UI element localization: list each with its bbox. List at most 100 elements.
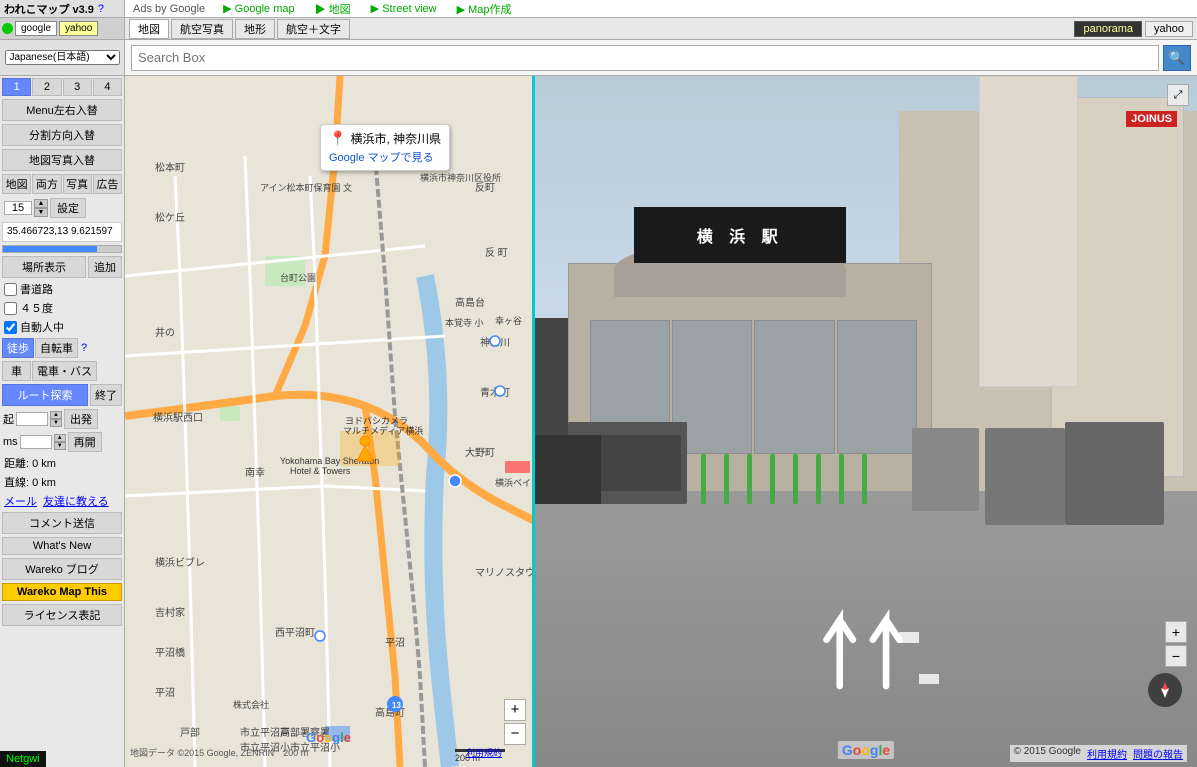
add-location-btn[interactable]: 追加 [88, 256, 122, 278]
coordinates-display: 35.466723,13 9.621597 [2, 222, 122, 242]
progress-fill [3, 246, 97, 252]
param1-up[interactable]: ▲ [50, 411, 62, 419]
map-area: 松本町 松ケ丘 反町 反 町 高島台 神奈川 青木町 大野町 井の 横浜駅西口 … [125, 76, 1197, 767]
app-title: われこマップ v3.9 [4, 1, 94, 17]
settings-btn[interactable]: 設定 [50, 198, 86, 218]
svg-text:平沼: 平沼 [155, 686, 175, 699]
sv-google-logo: Google [838, 741, 894, 759]
split-dir-btn[interactable]: 分割方向入替 [2, 124, 122, 146]
google-map-pane[interactable]: 松本町 松ケ丘 反町 反 町 高島台 神奈川 青木町 大野町 井の 横浜駅西口 … [125, 76, 535, 767]
sv-zoom-out-btn[interactable]: − [1165, 645, 1187, 667]
sv-terms-link[interactable]: 利用規約 [1087, 746, 1127, 761]
popup-maps-link[interactable]: Google マップで見る [329, 149, 441, 165]
tab-1[interactable]: 1 [2, 78, 31, 96]
help-icon[interactable]: ? [98, 3, 104, 15]
sv-report-link[interactable]: 問題の報告 [1133, 746, 1183, 761]
whatsnew-btn[interactable]: What's New [2, 537, 122, 555]
route-search-btn[interactable]: ルート探索 [2, 384, 88, 406]
streetview-pane[interactable]: JOINUS 横 浜 駅 [535, 76, 1197, 767]
wareko-map-btn[interactable]: Wareko Map This [2, 583, 122, 601]
search-input[interactable] [131, 45, 1159, 71]
map-copyright: 地図データ ©2015 Google, ZENRIN 200 m [130, 746, 308, 759]
mapcreate-link[interactable]: ▶ Map作成 [447, 1, 522, 17]
maptype-chizu-btn[interactable]: 地図 [129, 19, 169, 39]
car-btn[interactable]: 車 [2, 361, 31, 381]
streetview-link[interactable]: ▶ Street view [361, 2, 447, 15]
depart-btn[interactable]: 出発 [64, 409, 98, 429]
degree45-checkbox[interactable] [4, 302, 17, 315]
maptype-koku-btn[interactable]: 航空＋文字 [277, 19, 350, 39]
google-map-link[interactable]: ▶ Google map [213, 2, 304, 15]
tab-4[interactable]: 4 [93, 78, 122, 96]
view-ads-btn[interactable]: 広告 [93, 174, 122, 194]
green-dot [2, 23, 13, 34]
google-engine-btn[interactable]: google [15, 21, 57, 36]
param2-input[interactable]: 500 [20, 435, 52, 449]
search-submit-btn[interactable]: 🔍 [1163, 45, 1191, 71]
svg-text:Hotel & Towers: Hotel & Towers [290, 466, 351, 476]
auto-center-checkbox[interactable] [4, 321, 17, 334]
zoom-down-btn[interactable]: ▼ [34, 208, 48, 217]
param2-up[interactable]: ▲ [54, 434, 66, 442]
comment-btn[interactable]: コメント送信 [2, 512, 122, 534]
svg-text:反町: 反町 [475, 182, 495, 194]
map-zoom-controls: + − [504, 699, 526, 745]
svg-text:株式会社: 株式会社 [233, 699, 269, 710]
location-pin-icon: 📍 [329, 130, 346, 147]
map-zoom-out-btn[interactable]: − [504, 723, 526, 745]
map-photo-btn[interactable]: 地図写真入替 [2, 149, 122, 171]
menu-swap-btn[interactable]: Menu左右入替 [2, 99, 122, 121]
progress-bar [2, 245, 122, 253]
svg-text:マリノスタウン: マリノスタウン [475, 567, 535, 579]
svg-text:アイン松本町保育園 文: アイン松本町保育園 文 [260, 182, 352, 193]
walk-btn[interactable]: 徒歩 [2, 338, 34, 358]
svg-text:横浜駅西口: 横浜駅西口 [153, 411, 203, 424]
view-photo-btn[interactable]: 写真 [63, 174, 92, 194]
mail-link[interactable]: メール [4, 493, 37, 509]
sv-zoom-in-btn[interactable]: + [1165, 621, 1187, 643]
svg-text:幸ヶ谷: 幸ヶ谷 [495, 316, 522, 326]
route-end-btn[interactable]: 終了 [90, 384, 122, 406]
sv-expand-btn[interactable]: ⤢ [1167, 84, 1189, 106]
tab-3[interactable]: 3 [63, 78, 92, 96]
bike-btn[interactable]: 自転車 [35, 338, 78, 358]
zoom-up-btn[interactable]: ▲ [34, 199, 48, 208]
svg-text:横浜ベイクォー: 横浜ベイクォー [495, 477, 535, 488]
popup-location-text: 横浜市, 神奈川県 [350, 130, 441, 147]
transport-help[interactable]: ? [79, 342, 89, 354]
svg-text:マルチメディア横浜: マルチメディア横浜 [343, 425, 423, 436]
yahoo-engine-btn[interactable]: yahoo [59, 21, 98, 36]
svg-text:戸部: 戸部 [180, 726, 200, 739]
auto-center-label: 自動人中 [20, 319, 64, 335]
svg-text:松ケ丘: 松ケ丘 [155, 211, 185, 224]
chizu-link[interactable]: ▶ 地図 [305, 1, 361, 17]
license-btn[interactable]: ライセンス表記 [2, 604, 122, 626]
map-location-popup[interactable]: 📍 横浜市, 神奈川県 Google マップで見る [320, 124, 450, 171]
seido-checkbox[interactable] [4, 283, 17, 296]
param2-down[interactable]: ▼ [54, 442, 66, 450]
bus-btn[interactable]: 電車・バス [32, 361, 97, 381]
maptype-chikei-btn[interactable]: 地形 [235, 19, 275, 39]
param1-down[interactable]: ▼ [50, 419, 62, 427]
friend-link[interactable]: 友達に教える [43, 493, 109, 509]
joinus-sign: JOINUS [1126, 111, 1177, 127]
replay-btn[interactable]: 再開 [68, 432, 102, 452]
map-terms[interactable]: 利用規約 [466, 746, 502, 759]
view-both-btn[interactable]: 両方 [32, 174, 61, 194]
map-google-logo: Google [306, 730, 351, 745]
sv-yahoo-btn[interactable]: yahoo [1145, 21, 1193, 37]
map-zoom-in-btn[interactable]: + [504, 699, 526, 721]
panorama-btn[interactable]: panorama [1074, 21, 1142, 37]
svg-text:松本町: 松本町 [155, 161, 185, 174]
maptype-kokusha-btn[interactable]: 航空写真 [171, 19, 233, 39]
location-display-btn[interactable]: 場所表示 [2, 256, 86, 278]
tab-2[interactable]: 2 [32, 78, 61, 96]
view-chizu-btn[interactable]: 地図 [2, 174, 31, 194]
param1-input[interactable]: 5 [16, 412, 48, 426]
zoom-input[interactable]: 15 [4, 201, 32, 215]
language-select[interactable]: Japanese(日本語) [5, 50, 120, 65]
left-panel: 1 2 3 4 Menu左右入替 分割方向入替 地図写真入替 地図 両方 写真 … [0, 76, 125, 767]
wareko-blog-btn[interactable]: Wareko ブログ [2, 558, 122, 580]
sv-compass[interactable] [1148, 673, 1182, 707]
sv-copyright: © 2015 Google [1014, 746, 1081, 761]
